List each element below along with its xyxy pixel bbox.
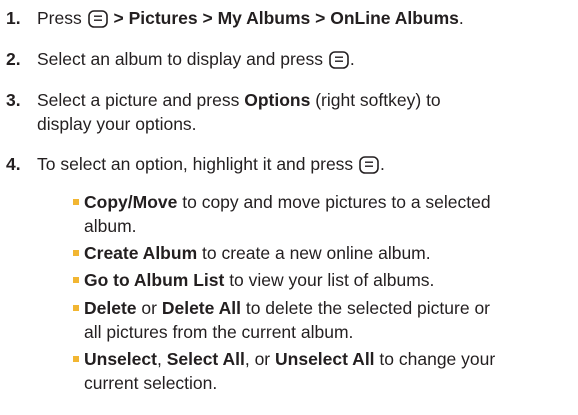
option-name-2: Select All bbox=[166, 349, 245, 369]
step-2-end: . bbox=[349, 49, 355, 69]
option-desc: to change your bbox=[379, 349, 496, 369]
step-text: Select a picture and press Options (righ… bbox=[37, 88, 577, 136]
option-sep-2: , or bbox=[244, 349, 271, 369]
menu-ok-key-icon bbox=[359, 156, 379, 174]
bullet-square-icon bbox=[73, 305, 79, 311]
option-copy-move: Copy/Move to copy and move pictures to a… bbox=[73, 190, 578, 238]
step-3-post: (right softkey) to bbox=[315, 90, 441, 110]
step-number: 4. bbox=[6, 154, 21, 174]
option-name-3: Unselect All bbox=[275, 349, 375, 369]
step-text: To select an option, highlight it and pr… bbox=[37, 152, 577, 176]
options-softkey-label: Options bbox=[244, 90, 311, 110]
option-delete: Delete or Delete All to delete the selec… bbox=[73, 296, 578, 344]
option-name: Create Album bbox=[84, 243, 198, 263]
option-name-2: Delete All bbox=[161, 298, 241, 318]
step-1-pre: Press bbox=[37, 8, 82, 28]
step-3-pre: Select a picture and press bbox=[37, 90, 240, 110]
option-unselect: Unselect, Select All, or Unselect All to… bbox=[73, 347, 578, 395]
instructions-page: 1. Press > Pictures > My Albums > OnLine… bbox=[0, 0, 578, 415]
step-3: 3. Select a picture and press Options (r… bbox=[0, 88, 578, 136]
step-3-line2: display your options. bbox=[37, 114, 197, 134]
step-number: 2. bbox=[6, 49, 21, 69]
step-1: 1. Press > Pictures > My Albums > OnLine… bbox=[0, 6, 578, 30]
bullet-square-icon bbox=[73, 199, 79, 205]
step-text: Select an album to display and press . bbox=[37, 47, 577, 71]
option-desc: to view your list of albums. bbox=[229, 270, 435, 290]
step-number: 3. bbox=[6, 90, 21, 110]
option-go-to-album-list: Go to Album List to view your list of al… bbox=[73, 268, 578, 292]
step-2-pre: Select an album to display and press bbox=[37, 49, 323, 69]
option-name: Delete bbox=[84, 298, 137, 318]
step-4: 4. To select an option, highlight it and… bbox=[0, 152, 578, 176]
menu-path: > Pictures > My Albums > OnLine Albums bbox=[113, 8, 459, 28]
bullet-square-icon bbox=[73, 277, 79, 283]
option-desc: to create a new online album. bbox=[202, 243, 431, 263]
step-number: 1. bbox=[6, 8, 21, 28]
step-4-end: . bbox=[380, 154, 385, 174]
option-name: Unselect bbox=[84, 349, 157, 369]
option-desc-line2: album. bbox=[84, 216, 137, 236]
option-desc: to copy and move pictures to a selected bbox=[182, 192, 491, 212]
menu-ok-key-icon bbox=[329, 51, 349, 69]
step-text: Press > Pictures > My Albums > OnLine Al… bbox=[37, 6, 577, 30]
option-desc-line2: all pictures from the current album. bbox=[84, 322, 354, 342]
option-desc-line2: current selection. bbox=[84, 373, 218, 393]
step-4-pre: To select an option, highlight it and pr… bbox=[37, 154, 354, 174]
menu-ok-key-icon bbox=[87, 10, 108, 28]
option-desc: or bbox=[141, 298, 157, 318]
bullet-square-icon bbox=[73, 250, 79, 256]
step-1-end: . bbox=[458, 8, 464, 28]
option-create-album: Create Album to create a new online albu… bbox=[73, 241, 578, 265]
step-2: 2. Select an album to display and press … bbox=[0, 47, 578, 71]
option-name: Copy/Move bbox=[84, 192, 178, 212]
option-desc-2: to delete the selected picture or bbox=[245, 298, 491, 318]
option-sep: , bbox=[156, 349, 162, 369]
bullet-square-icon bbox=[73, 356, 79, 362]
option-name: Go to Album List bbox=[84, 270, 225, 290]
